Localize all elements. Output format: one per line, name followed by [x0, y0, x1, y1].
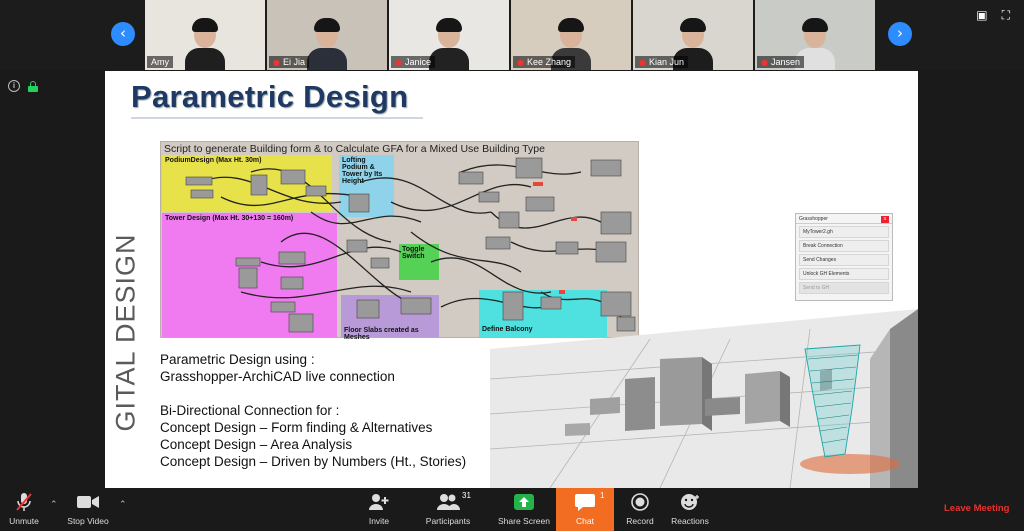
participant-hair [192, 18, 218, 32]
video-options-chevron-icon[interactable]: ⌃ [119, 500, 127, 510]
participant-video [429, 18, 469, 70]
participant-name: Kian Jun [648, 57, 685, 67]
participant-nametag: ● Kian Jun [635, 56, 689, 68]
participant-body [429, 48, 469, 70]
share-screen-button[interactable]: Share Screen [494, 492, 554, 526]
muted-mic-icon: ● [639, 57, 646, 67]
participant-hair [558, 18, 584, 32]
participant-video [307, 18, 347, 70]
participant-name: Kee Zhang [526, 57, 572, 67]
body-line: Concept Design – Driven by Numbers (Ht.,… [160, 454, 467, 469]
participant-tile[interactable]: ● Ei Jia [267, 0, 387, 70]
invite-label: Invite [368, 516, 390, 526]
participant-hair [314, 18, 340, 32]
participant-nametag: ● Jansen [757, 56, 805, 68]
send-changes-button[interactable]: Send Changes [799, 254, 889, 266]
leave-meeting-button[interactable]: Leave Meeting [944, 503, 1009, 514]
chat-unread-badge: 1 [600, 491, 605, 500]
view-controls: ▣ ⛶ [976, 8, 1010, 23]
smiley-icon [660, 492, 720, 512]
zoom-meeting-window: ‹ Amy ● Ei Jia ● Janice ● Kee Zhang ● Kian Jun ● J… [0, 0, 1024, 531]
participant-hair [680, 18, 706, 32]
palette-title: Grasshopper [799, 216, 828, 222]
muted-mic-icon: ● [761, 57, 768, 67]
participant-name: Jansen [770, 57, 801, 67]
video-camera-icon [58, 492, 118, 512]
shared-screen: Parametric Design GITAL DESIGN PodiumDes… [105, 71, 918, 488]
previous-page-button[interactable]: ‹ [111, 22, 135, 46]
participant-nametag: ● Ei Jia [269, 56, 309, 68]
participant-body [185, 48, 225, 70]
invite-button[interactable]: Invite [349, 492, 409, 526]
body-line-spacer [160, 385, 466, 402]
fullscreen-icon[interactable]: ⛶ [1002, 8, 1010, 23]
participant-name: Janice [404, 57, 431, 67]
unlock-gh-elements-button[interactable]: Unlock GH Elements [799, 268, 889, 280]
body-line: Parametric Design using : [160, 352, 315, 367]
muted-mic-icon: ● [273, 57, 280, 67]
stop-video-button[interactable]: Stop Video [58, 492, 118, 526]
chat-label: Chat [576, 516, 594, 526]
body-line: Bi-Directional Connection for : [160, 403, 340, 418]
muted-mic-icon: ● [395, 57, 402, 67]
palette-titlebar: Grasshopper x [796, 214, 892, 224]
participant-name: Ei Jia [282, 57, 305, 67]
meeting-toolbar: Unmute ⌃ Stop Video ⌃ Invite Participant… [0, 488, 1024, 531]
add-person-icon [349, 492, 409, 512]
gallery-strip: ‹ Amy ● Ei Jia ● Janice ● Kee Zhang ● Kian Jun ● J… [0, 0, 1024, 70]
body-line: Grasshopper-ArchiCAD live connection [160, 369, 395, 384]
participant-nametag: ● Kee Zhang [513, 56, 576, 68]
muted-mic-icon: ● [517, 57, 524, 67]
muted-microphone-icon [0, 492, 54, 512]
participant-tiles: Amy ● Ei Jia ● Janice ● Kee Zhang ● Kian Jun ● Jan… [145, 0, 875, 70]
participant-hair [436, 18, 462, 32]
participants-count: 31 [462, 491, 471, 500]
participant-hair [802, 18, 828, 32]
info-icon[interactable]: i [8, 80, 20, 92]
break-connection-button[interactable]: Break Connection [799, 240, 889, 252]
participant-nametag: ● Janice [391, 56, 435, 68]
reactions-button[interactable]: Reactions [660, 492, 720, 526]
unmute-label: Unmute [9, 516, 39, 526]
participant-tile[interactable]: ● Kee Zhang [511, 0, 631, 70]
close-icon[interactable]: x [881, 216, 889, 223]
palette-file-item[interactable]: MyTower2.gh [799, 226, 889, 238]
body-line: Concept Design – Form finding & Alternat… [160, 420, 433, 435]
grasshopper-palette: Grasshopper x MyTower2.gh Break Connecti… [795, 213, 893, 301]
share-screen-label: Share Screen [498, 516, 550, 526]
participant-name: Amy [151, 57, 169, 67]
body-line: Concept Design – Area Analysis [160, 437, 353, 452]
participant-tile[interactable]: ● Janice [389, 0, 509, 70]
meeting-info-icons: i [8, 80, 38, 92]
chat-button[interactable]: Chat [556, 488, 614, 531]
next-page-button[interactable]: › [888, 22, 912, 46]
participant-body [307, 48, 347, 70]
participant-tile[interactable]: ● Kian Jun [633, 0, 753, 70]
chat-bubble-icon [556, 492, 614, 512]
participant-tile[interactable]: Amy [145, 0, 265, 70]
participant-tile[interactable]: ● Jansen [755, 0, 875, 70]
audio-options-chevron-icon[interactable]: ⌃ [50, 500, 58, 510]
slide-body-text: Parametric Design using : Grasshopper-Ar… [160, 351, 466, 470]
record-label: Record [626, 516, 654, 526]
participant-video [185, 18, 225, 70]
reactions-label: Reactions [671, 516, 709, 526]
unmute-button[interactable]: Unmute [0, 492, 54, 526]
stop-video-label: Stop Video [67, 516, 109, 526]
slide-side-text: GITAL DESIGN [110, 233, 141, 432]
slide-title: Parametric Design [131, 79, 409, 114]
title-divider [131, 117, 423, 119]
participants-label: Participants [425, 516, 471, 526]
participant-nametag: Amy [147, 56, 173, 68]
view-layout-icon[interactable]: ▣ [976, 8, 987, 23]
send-to-gh-button[interactable]: Send to GH [799, 282, 889, 294]
grasshopper-caption: Script to generate Building form & to Ca… [164, 143, 545, 155]
lock-icon[interactable] [28, 80, 38, 92]
share-screen-icon [494, 492, 554, 512]
